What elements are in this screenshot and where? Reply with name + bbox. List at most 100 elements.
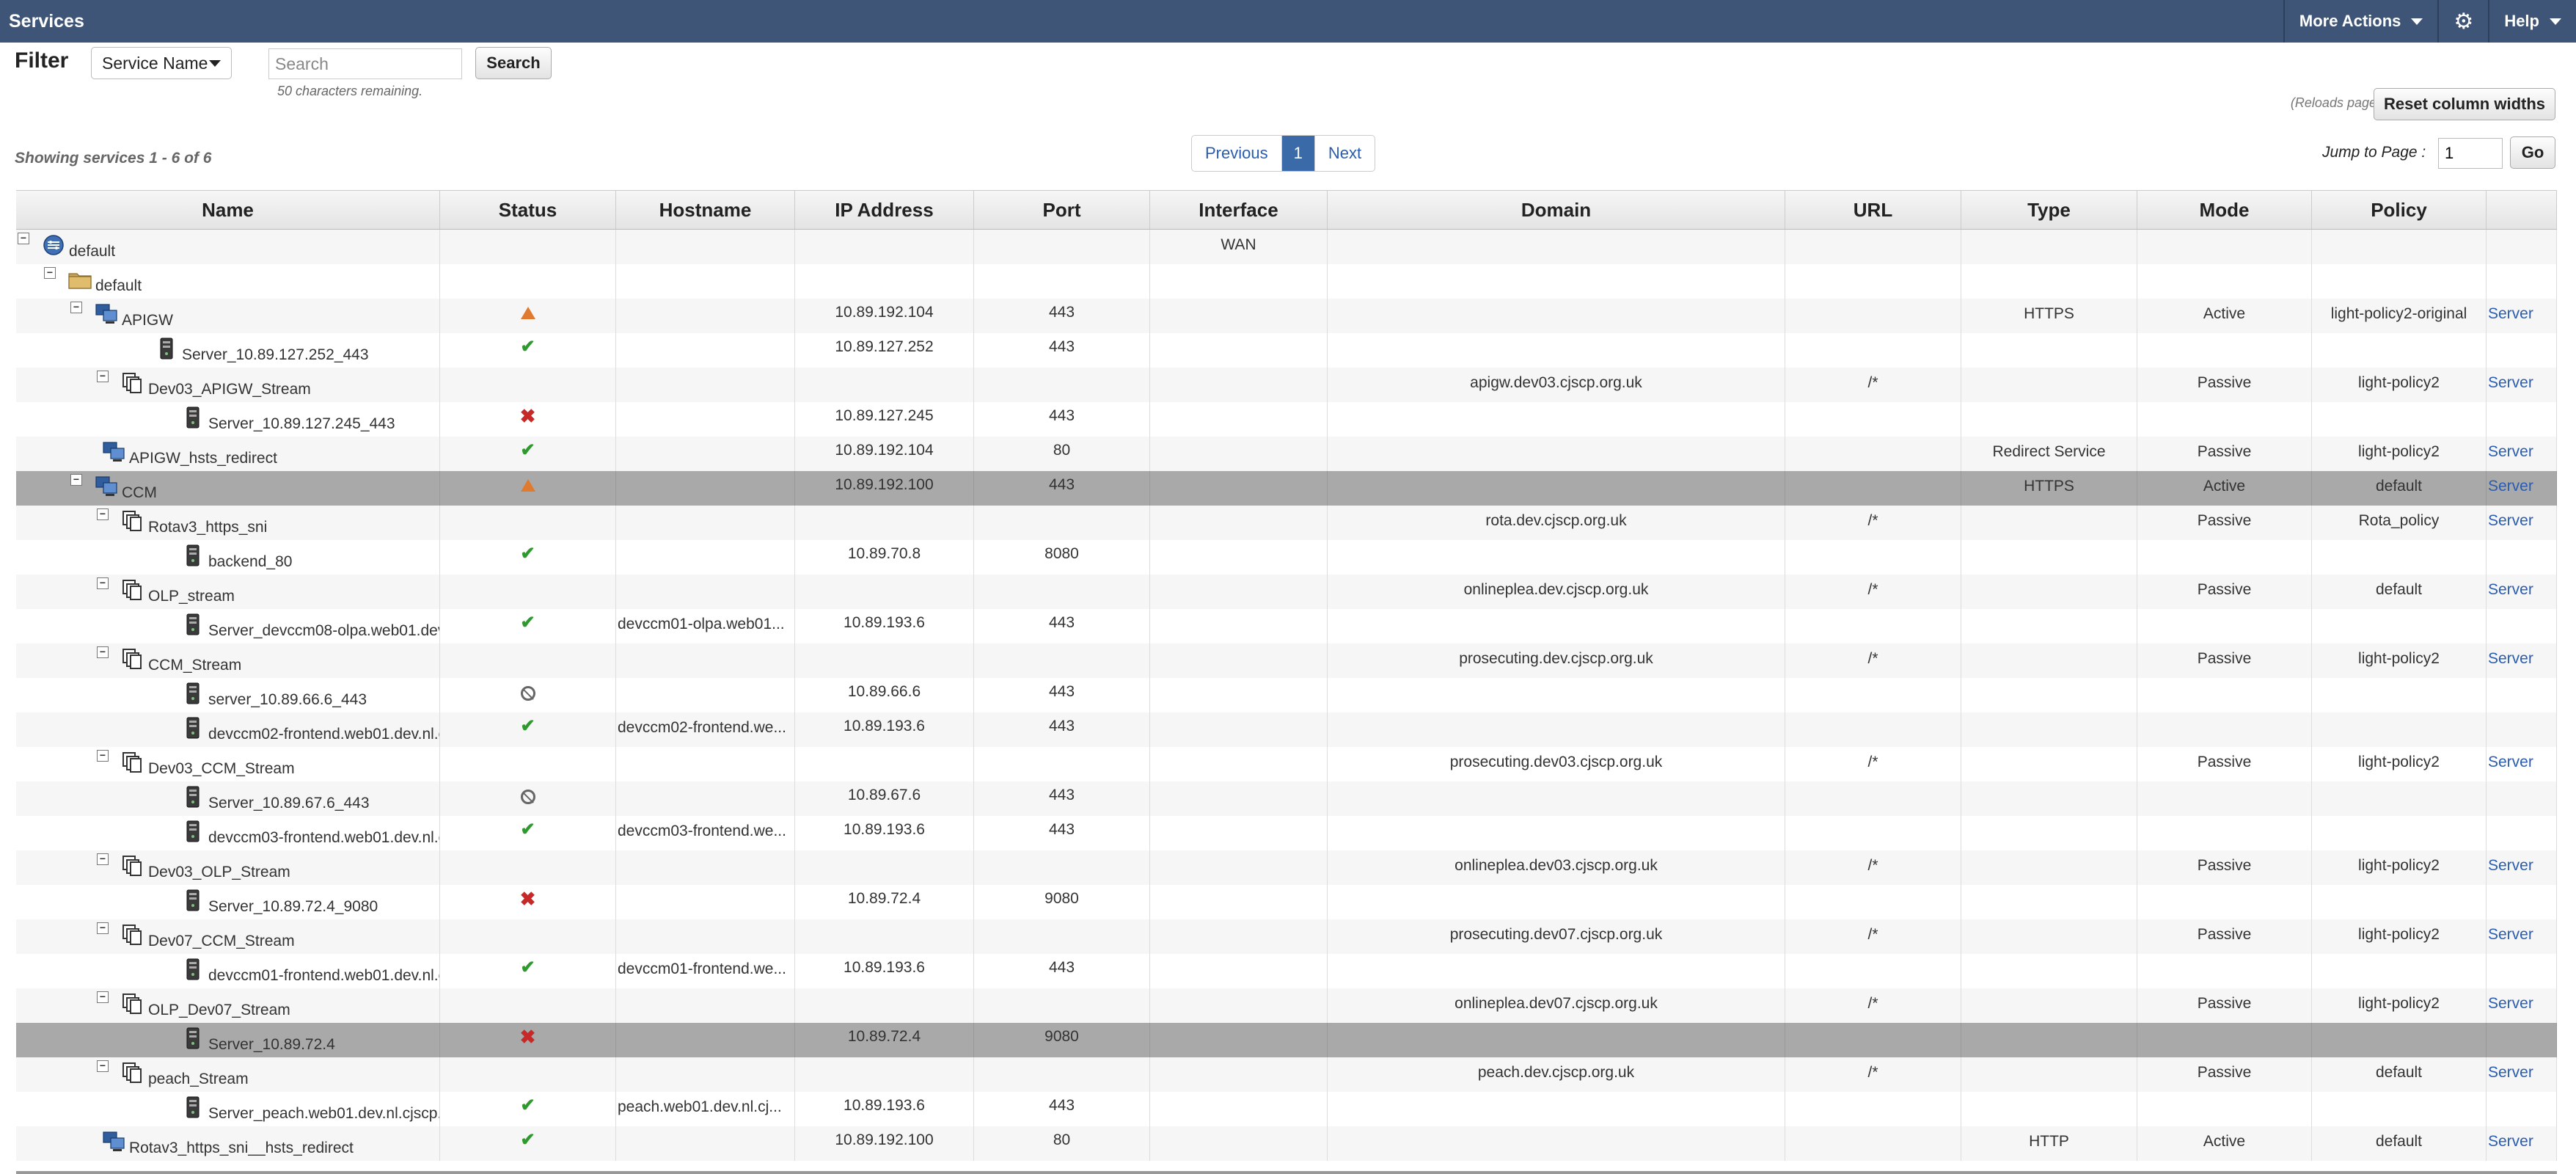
column-header-url[interactable]: URL — [1785, 191, 1961, 229]
reset-column-widths-button[interactable]: Reset column widths — [2374, 88, 2555, 120]
row-name[interactable]: backend_80 — [208, 553, 292, 571]
server-link[interactable]: Server — [2488, 650, 2533, 668]
server-link[interactable]: Server — [2488, 512, 2533, 530]
row-name[interactable]: OLP_stream — [148, 588, 235, 605]
row-name[interactable]: APIGW — [122, 312, 173, 329]
server-link[interactable]: Server — [2488, 305, 2533, 323]
table-row[interactable]: Server_10.89.127.245_443 ✖ 10.89.127.245 44… — [16, 402, 2557, 437]
table-row[interactable]: − default — [16, 264, 2557, 299]
table-row[interactable]: backend_80 ✔ 10.89.70.8 8080 — [16, 540, 2557, 575]
collapse-toggle-icon[interactable]: − — [44, 267, 56, 279]
collapse-toggle-icon[interactable]: − — [97, 508, 109, 520]
table-row[interactable]: − default WAN — [16, 230, 2557, 264]
column-header-status[interactable]: Status — [440, 191, 616, 229]
table-row[interactable]: devccm01-frontend.web01.dev.nl.cjscp.c ✔ d… — [16, 954, 2557, 988]
table-row[interactable]: − APIGW 10.89.192.104 443 HTTPS Active light-p… — [16, 299, 2557, 333]
server-link[interactable]: Server — [2488, 478, 2533, 495]
table-row[interactable]: APIGW_hsts_redirect ✔ 10.89.192.104 80 Redir… — [16, 437, 2557, 471]
row-name[interactable]: devccm03-frontend.web01.dev.nl.cjscp.c — [208, 829, 439, 847]
table-row[interactable]: Rotav3_https_sni__hsts_redirect ✔ 10.89.19… — [16, 1126, 2557, 1161]
row-name[interactable]: Server_10.89.127.245_443 — [208, 415, 395, 433]
collapse-toggle-icon[interactable]: − — [97, 371, 109, 382]
row-name[interactable]: Dev03_OLP_Stream — [148, 864, 290, 881]
collapse-toggle-icon[interactable]: − — [18, 233, 29, 244]
column-header-domain[interactable]: Domain — [1328, 191, 1785, 229]
table-row[interactable]: − peach_Stream peach.dev.cjscp.org.uk /* Pas… — [16, 1057, 2557, 1092]
table-row[interactable]: devccm03-frontend.web01.dev.nl.cjscp.c ✔ d… — [16, 816, 2557, 850]
table-row[interactable]: − OLP_stream onlineplea.dev.cjscp.org.uk /*… — [16, 575, 2557, 609]
collapse-toggle-icon[interactable]: − — [97, 750, 109, 762]
row-name[interactable]: CCM — [122, 484, 157, 502]
more-actions-menu[interactable]: More Actions — [2283, 0, 2438, 43]
table-row[interactable]: server_10.89.66.6_443 10.89.66.6 443 — [16, 678, 2557, 712]
column-header-ip-address[interactable]: IP Address — [795, 191, 974, 229]
row-name[interactable]: Server_devccm08-olpa.web01.dev.nl.cjs — [208, 622, 439, 640]
table-row[interactable]: − Dev03_CCM_Stream prosecuting.dev03.cjscp… — [16, 747, 2557, 781]
jump-to-page-input[interactable] — [2438, 138, 2503, 169]
row-name[interactable]: APIGW_hsts_redirect — [129, 450, 277, 467]
table-row[interactable]: Server_10.89.127.252_443 ✔ 10.89.127.252 44… — [16, 333, 2557, 368]
page-1-button[interactable]: 1 — [1281, 136, 1315, 171]
search-button[interactable]: Search — [475, 47, 552, 79]
collapse-toggle-icon[interactable]: − — [97, 991, 109, 1003]
help-menu[interactable]: Help — [2488, 0, 2576, 43]
collapse-toggle-icon[interactable]: − — [97, 646, 109, 658]
row-name[interactable]: Server_10.89.127.252_443 — [182, 346, 369, 364]
row-name[interactable]: Dev03_CCM_Stream — [148, 760, 295, 778]
server-link[interactable]: Server — [2488, 374, 2533, 392]
server-link[interactable]: Server — [2488, 857, 2533, 875]
row-name[interactable]: Dev07_CCM_Stream — [148, 933, 295, 950]
row-name[interactable]: Server_10.89.72.4_9080 — [208, 898, 378, 916]
row-name[interactable]: Rotav3_https_sni — [148, 519, 267, 536]
server-link[interactable]: Server — [2488, 926, 2533, 944]
row-name[interactable]: devccm02-frontend.web01.dev.nl.cjscp.c — [208, 726, 439, 743]
table-row[interactable]: − CCM_Stream prosecuting.dev.cjscp.org.uk /… — [16, 643, 2557, 678]
server-link[interactable]: Server — [2488, 443, 2533, 461]
column-header-name[interactable]: Name — [16, 191, 440, 229]
table-row[interactable]: − Dev03_OLP_Stream onlineplea.dev03.cjscp.… — [16, 850, 2557, 885]
go-button[interactable]: Go — [2510, 136, 2555, 169]
table-row[interactable]: Server_peach.web01.dev.nl.cjscp.org.ul ✔ p… — [16, 1092, 2557, 1126]
table-row[interactable]: − CCM 10.89.192.100 443 HTTPS Active default Se… — [16, 471, 2557, 506]
server-link[interactable]: Server — [2488, 995, 2533, 1013]
next-page-button[interactable]: Next — [1315, 136, 1375, 171]
column-header-hostname[interactable]: Hostname — [616, 191, 795, 229]
collapse-toggle-icon[interactable]: − — [70, 302, 82, 313]
settings-button[interactable]: ⚙ — [2437, 0, 2488, 43]
row-name[interactable]: devccm01-frontend.web01.dev.nl.cjscp.c — [208, 967, 439, 985]
column-header-interface[interactable]: Interface — [1150, 191, 1328, 229]
table-row[interactable]: Server_10.89.72.4 ✖ 10.89.72.4 9080 — [16, 1023, 2557, 1057]
row-name[interactable]: default — [69, 243, 115, 260]
table-row[interactable]: − OLP_Dev07_Stream onlineplea.dev07.cjscp.… — [16, 988, 2557, 1023]
server-link[interactable]: Server — [2488, 581, 2533, 599]
collapse-toggle-icon[interactable]: − — [97, 1060, 109, 1072]
column-header-mode[interactable]: Mode — [2137, 191, 2312, 229]
table-row[interactable]: Server_10.89.72.4_9080 ✖ 10.89.72.4 9080 — [16, 885, 2557, 919]
row-name[interactable]: Server_10.89.72.4 — [208, 1036, 335, 1054]
row-name[interactable]: peach_Stream — [148, 1071, 249, 1088]
server-link[interactable]: Server — [2488, 1064, 2533, 1082]
table-row[interactable]: Server_devccm08-olpa.web01.dev.nl.cjs ✔ de… — [16, 609, 2557, 643]
column-header-port[interactable]: Port — [974, 191, 1150, 229]
row-name[interactable]: CCM_Stream — [148, 657, 241, 674]
table-row[interactable]: − Dev03_APIGW_Stream apigw.dev03.cjscp.org… — [16, 368, 2557, 402]
row-name[interactable]: Server_peach.web01.dev.nl.cjscp.org.ul — [208, 1105, 439, 1123]
column-header-policy[interactable]: Policy — [2312, 191, 2487, 229]
collapse-toggle-icon[interactable]: − — [70, 474, 82, 486]
collapse-toggle-icon[interactable]: − — [97, 577, 109, 589]
server-link[interactable]: Server — [2488, 1133, 2533, 1151]
server-link[interactable]: Server — [2488, 754, 2533, 771]
filter-field-select[interactable]: Service Name — [91, 47, 232, 79]
row-name[interactable]: server_10.89.66.6_443 — [208, 691, 367, 709]
table-row[interactable]: − Rotav3_https_sni rota.dev.cjscp.org.uk /*… — [16, 506, 2557, 540]
table-row[interactable]: − Dev07_CCM_Stream prosecuting.dev07.cjscp… — [16, 919, 2557, 954]
collapse-toggle-icon[interactable]: − — [97, 922, 109, 934]
search-input[interactable] — [268, 48, 462, 79]
column-header-action[interactable] — [2487, 191, 2557, 229]
column-header-type[interactable]: Type — [1961, 191, 2137, 229]
row-name[interactable]: Dev03_APIGW_Stream — [148, 381, 311, 398]
row-name[interactable]: default — [95, 277, 142, 295]
row-name[interactable]: Rotav3_https_sni__hsts_redirect — [129, 1140, 354, 1157]
table-row[interactable]: Server_10.89.67.6_443 10.89.67.6 443 — [16, 781, 2557, 816]
previous-page-button[interactable]: Previous — [1192, 136, 1282, 171]
